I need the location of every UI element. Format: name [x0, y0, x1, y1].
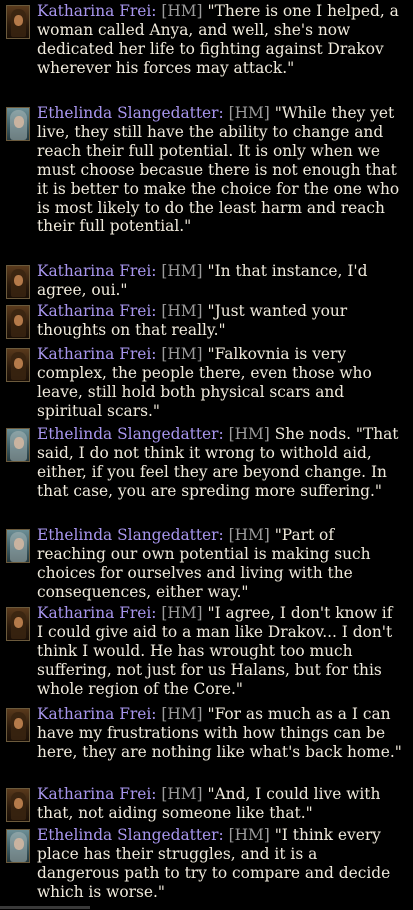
chat-message: Katharina Frei: [HM] "Falkovnia is very … — [6, 345, 406, 421]
chat-message: Ethelinda Slangedatter: [HM] "While they… — [6, 104, 406, 236]
ethelinda-portrait-icon — [6, 829, 30, 863]
message-text-block: Ethelinda Slangedatter: [HM] She nods. "… — [37, 425, 403, 501]
katharina-portrait-icon — [6, 788, 30, 822]
chat-message: Katharina Frei: [HM] "There is one I hel… — [6, 2, 406, 78]
chat-message: Ethelinda Slangedatter: [HM] "I think ev… — [6, 826, 406, 902]
speaker-name: Katharina Frei: — [37, 345, 157, 363]
speaker-name: Ethelinda Slangedatter: — [37, 425, 224, 443]
chat-message: Katharina Frei: [HM] "In that instance, … — [6, 262, 406, 300]
chat-message: Katharina Frei: [HM] "I agree, I don't k… — [6, 604, 406, 699]
katharina-portrait-icon — [6, 5, 30, 39]
speaker-name: Katharina Frei: — [37, 302, 157, 320]
katharina-portrait-icon — [6, 708, 30, 742]
message-text-block: Ethelinda Slangedatter: [HM] "I think ev… — [37, 826, 403, 902]
ethelinda-portrait-icon — [6, 428, 30, 462]
channel-tag: [HM] — [161, 262, 203, 280]
message-body: "While they yet live, they still have th… — [37, 104, 400, 236]
message-text-block: Katharina Frei: [HM] "Just wanted your t… — [37, 302, 403, 340]
chat-message: Ethelinda Slangedatter: [HM] She nods. "… — [6, 425, 406, 501]
katharina-portrait-icon — [6, 348, 30, 382]
channel-tag: [HM] — [161, 345, 203, 363]
speaker-name: Ethelinda Slangedatter: — [37, 826, 224, 844]
channel-tag: [HM] — [161, 2, 203, 20]
chat-message: Ethelinda Slangedatter: [HM] "Part of re… — [6, 526, 406, 602]
ethelinda-portrait-icon — [6, 107, 30, 141]
channel-tag: [HM] — [228, 826, 270, 844]
message-text-block: Katharina Frei: [HM] "There is one I hel… — [37, 2, 403, 78]
chat-message: Katharina Frei: [HM] "For as much as a I… — [6, 705, 406, 762]
katharina-portrait-icon — [6, 607, 30, 641]
message-text-block: Katharina Frei: [HM] "Falkovnia is very … — [37, 345, 403, 421]
katharina-portrait-icon — [6, 265, 30, 299]
speaker-name: Ethelinda Slangedatter: — [37, 526, 224, 544]
speaker-name: Katharina Frei: — [37, 705, 157, 723]
message-text-block: Katharina Frei: [HM] "I agree, I don't k… — [37, 604, 403, 699]
speaker-name: Katharina Frei: — [37, 785, 157, 803]
channel-tag: [HM] — [228, 425, 270, 443]
speaker-name: Ethelinda Slangedatter: — [37, 104, 224, 122]
speaker-name: Katharina Frei: — [37, 604, 157, 622]
chat-log[interactable]: Katharina Frei: [HM] "There is one I hel… — [0, 0, 413, 910]
ethelinda-portrait-icon — [6, 529, 30, 563]
message-text-block: Katharina Frei: [HM] "And, I could live … — [37, 785, 403, 823]
katharina-portrait-icon — [6, 305, 30, 339]
message-text-block: Katharina Frei: [HM] "In that instance, … — [37, 262, 403, 300]
speaker-name: Katharina Frei: — [37, 262, 157, 280]
channel-tag: [HM] — [161, 604, 203, 622]
channel-tag: [HM] — [228, 526, 270, 544]
message-text-block: Ethelinda Slangedatter: [HM] "While they… — [37, 104, 403, 236]
speaker-name: Katharina Frei: — [37, 2, 157, 20]
chat-message: Katharina Frei: [HM] "Just wanted your t… — [6, 302, 406, 340]
channel-tag: [HM] — [161, 785, 203, 803]
channel-tag: [HM] — [161, 705, 203, 723]
channel-tag: [HM] — [228, 104, 270, 122]
message-text-block: Ethelinda Slangedatter: [HM] "Part of re… — [37, 526, 403, 602]
chat-divider — [0, 906, 90, 909]
message-text-block: Katharina Frei: [HM] "For as much as a I… — [37, 705, 403, 762]
chat-message: Katharina Frei: [HM] "And, I could live … — [6, 785, 406, 823]
channel-tag: [HM] — [161, 302, 203, 320]
